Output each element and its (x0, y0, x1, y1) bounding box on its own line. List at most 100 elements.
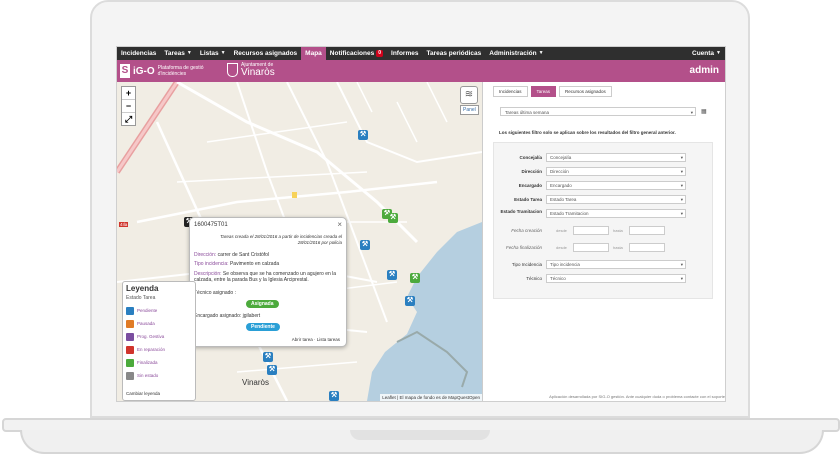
popup-task-id: 1600475T01 (194, 222, 228, 228)
zoom-control: + − ⤢ (121, 86, 136, 126)
task-marker[interactable]: ⚒ (405, 296, 415, 306)
asignada-badge: Asignada (246, 300, 279, 308)
fecha-finalizacion-hasta-input[interactable] (629, 243, 665, 252)
legend-subtitle: Estado Tarea (126, 295, 156, 301)
logo-name: iG-O (133, 65, 155, 77)
legend-item: Sin estado (126, 371, 158, 380)
chevron-down-icon: ▾ (690, 110, 693, 115)
filter-row: Concejalía Concejalía ▾ (494, 153, 712, 163)
brand-bar: S iG-O Plataforma de gestió d'incidèncie… (117, 60, 725, 82)
legend-item: Pendiente (126, 306, 157, 315)
nav-informes[interactable]: Informes (387, 47, 422, 60)
filter-panel: Incidencias Tareas Recursos asignados Ta… (482, 82, 725, 401)
map-legend: Leyenda Estado Tarea Pendiente Pausada P… (122, 281, 196, 401)
nav-cuenta[interactable]: Cuenta ▼ (688, 47, 725, 60)
legend-item: Prog. Gestiva (126, 332, 164, 341)
road (356, 82, 448, 143)
current-user[interactable]: admin (690, 65, 719, 76)
popup-tipo: Tipo incidencia: Pavimento en calzada (194, 261, 280, 267)
layers-icon[interactable]: ≋ (460, 86, 478, 104)
caret-down-icon: ▼ (220, 50, 226, 56)
nav-tareas[interactable]: Tareas ▼ (160, 47, 195, 60)
popup-direccion: Dirección: carrer de Sant Cristòfol (194, 252, 270, 258)
task-marker[interactable]: ⚒ (263, 352, 273, 362)
wrench-icon (126, 306, 134, 315)
task-marker[interactable]: ⚒ (267, 365, 277, 375)
task-popup: 1600475T01 × Tareas creada el 28/01/2016… (189, 217, 347, 347)
legend-title: Leyenda (126, 284, 159, 293)
tab-tareas[interactable]: Tareas (530, 86, 557, 97)
task-marker[interactable]: ⚒ (388, 213, 398, 223)
filter-row: Dirección Dirección ▾ (494, 167, 712, 177)
sea-area (367, 222, 482, 401)
legend-item: Finalizada (126, 358, 158, 367)
panel-toggle-button[interactable]: Panel (460, 105, 479, 115)
fecha-creacion-hasta-input[interactable] (629, 226, 665, 235)
nav-administracion[interactable]: Administración ▼ (485, 47, 547, 60)
nav-recursos-asignados[interactable]: Recursos asignados (230, 47, 302, 60)
nav-listas[interactable]: Listas ▼ (196, 47, 230, 60)
chevron-down-icon: ▾ (680, 211, 683, 216)
map-view[interactable]: + − ⤢ ≋ Panel 4Ila Vinaròs ⚒ ⚒ ⚒ ⚒ ⚒ ⚒ ⚒… (117, 82, 482, 401)
wrench-icon (126, 345, 134, 354)
task-marker[interactable]: ⚒ (360, 240, 370, 250)
chevron-down-icon: ▾ (680, 155, 683, 160)
fecha-creacion-desde-input[interactable] (573, 226, 609, 235)
tipo-incidencia-select[interactable]: Tipo incidencia ▾ (546, 260, 686, 269)
parking-marker (292, 192, 297, 198)
tecnico-select[interactable]: Técnico ▾ (546, 274, 686, 283)
task-marker[interactable]: ⚒ (358, 130, 368, 140)
notification-count-badge: 0 (376, 50, 384, 57)
tab-incidencias[interactable]: Incidencias (493, 86, 528, 97)
caret-down-icon: ▼ (716, 50, 721, 56)
city-shield-icon (227, 63, 238, 77)
filter-row: Encargado Encargado ▾ (494, 181, 712, 191)
map-attribution[interactable]: Leaflet | El mapa de fondo es de MapQues… (380, 394, 482, 401)
nav-tareas-periodicas[interactable]: Tareas periódicas (422, 47, 485, 60)
fullscreen-button[interactable]: ⤢ (122, 113, 135, 125)
logo-letter: S (120, 64, 130, 78)
nav-notificaciones[interactable]: Notificaciones 0 (326, 47, 387, 60)
change-legend-button[interactable]: Cambiar leyenda (126, 391, 160, 396)
sigo-logo[interactable]: S iG-O Plataforma de gestió d'incidèncie… (120, 62, 206, 80)
estado-tarea-select[interactable]: Estado Tarea ▾ (546, 195, 686, 204)
close-icon[interactable]: × (337, 220, 342, 229)
filter-row: Fecha creación desde hasta (494, 226, 712, 236)
popup-encargado: Encargado asignado: jgilabert (194, 313, 261, 319)
task-marker[interactable]: ⚒ (410, 273, 420, 283)
tab-recursos-asignados[interactable]: Recursos asignados (559, 86, 612, 97)
nav-incidencias[interactable]: Incidencias (117, 47, 160, 60)
task-marker[interactable]: ⚒ (387, 270, 397, 280)
calendar-icon[interactable]: ▦ (701, 108, 707, 115)
period-select[interactable]: Tareas última semana ▾ (500, 107, 696, 116)
laptop-notch (350, 430, 490, 440)
task-list-link[interactable]: Lista tareas (317, 337, 340, 342)
chevron-down-icon: ▾ (680, 262, 683, 267)
chevron-down-icon: ▾ (680, 276, 683, 281)
wrench-icon (126, 319, 134, 328)
zoom-out-button[interactable]: − (122, 100, 135, 113)
open-task-link[interactable]: Abrir tarea (292, 337, 313, 342)
filter-row: Tipo Incidencia Tipo incidencia ▾ (494, 260, 712, 270)
chevron-down-icon: ▾ (680, 183, 683, 188)
wrench-icon (126, 332, 134, 341)
filter-form: Concejalía Concejalía ▾ Dirección Dirección… (493, 142, 713, 299)
panel-tabs: Incidencias Tareas Recursos asignados (493, 86, 612, 97)
concejalia-select[interactable]: Concejalía ▾ (546, 153, 686, 162)
popup-descripcion: Descripción: Se observa que se ha comenz… (194, 271, 337, 283)
estado-tramitacion-select[interactable]: Estado Tramitacion ▾ (546, 209, 686, 218)
zoom-in-button[interactable]: + (122, 87, 135, 100)
direccion-select[interactable]: Dirección ▾ (546, 167, 686, 176)
pendiente-badge: Pendiente (246, 323, 280, 331)
filter-row: Técnico Técnico ▾ (494, 274, 712, 284)
task-marker[interactable]: ⚒ (329, 391, 339, 401)
filter-row: Estado Tramitacion Estado Tramitacion ▾ (494, 209, 712, 219)
encargado-select[interactable]: Encargado ▾ (546, 181, 686, 190)
nav-mapa[interactable]: Mapa (301, 47, 326, 60)
fecha-finalizacion-desde-input[interactable] (573, 243, 609, 252)
popup-created-info: Tareas creada el 28/01/2016 a partir de … (220, 234, 342, 245)
caret-down-icon: ▼ (538, 50, 544, 56)
logo-subtitle: Plataforma de gestió d'incidències (157, 65, 204, 77)
wrench-icon (126, 371, 134, 380)
app-footer: Aplicación desarrollada por SIG-O gestió… (549, 394, 725, 399)
